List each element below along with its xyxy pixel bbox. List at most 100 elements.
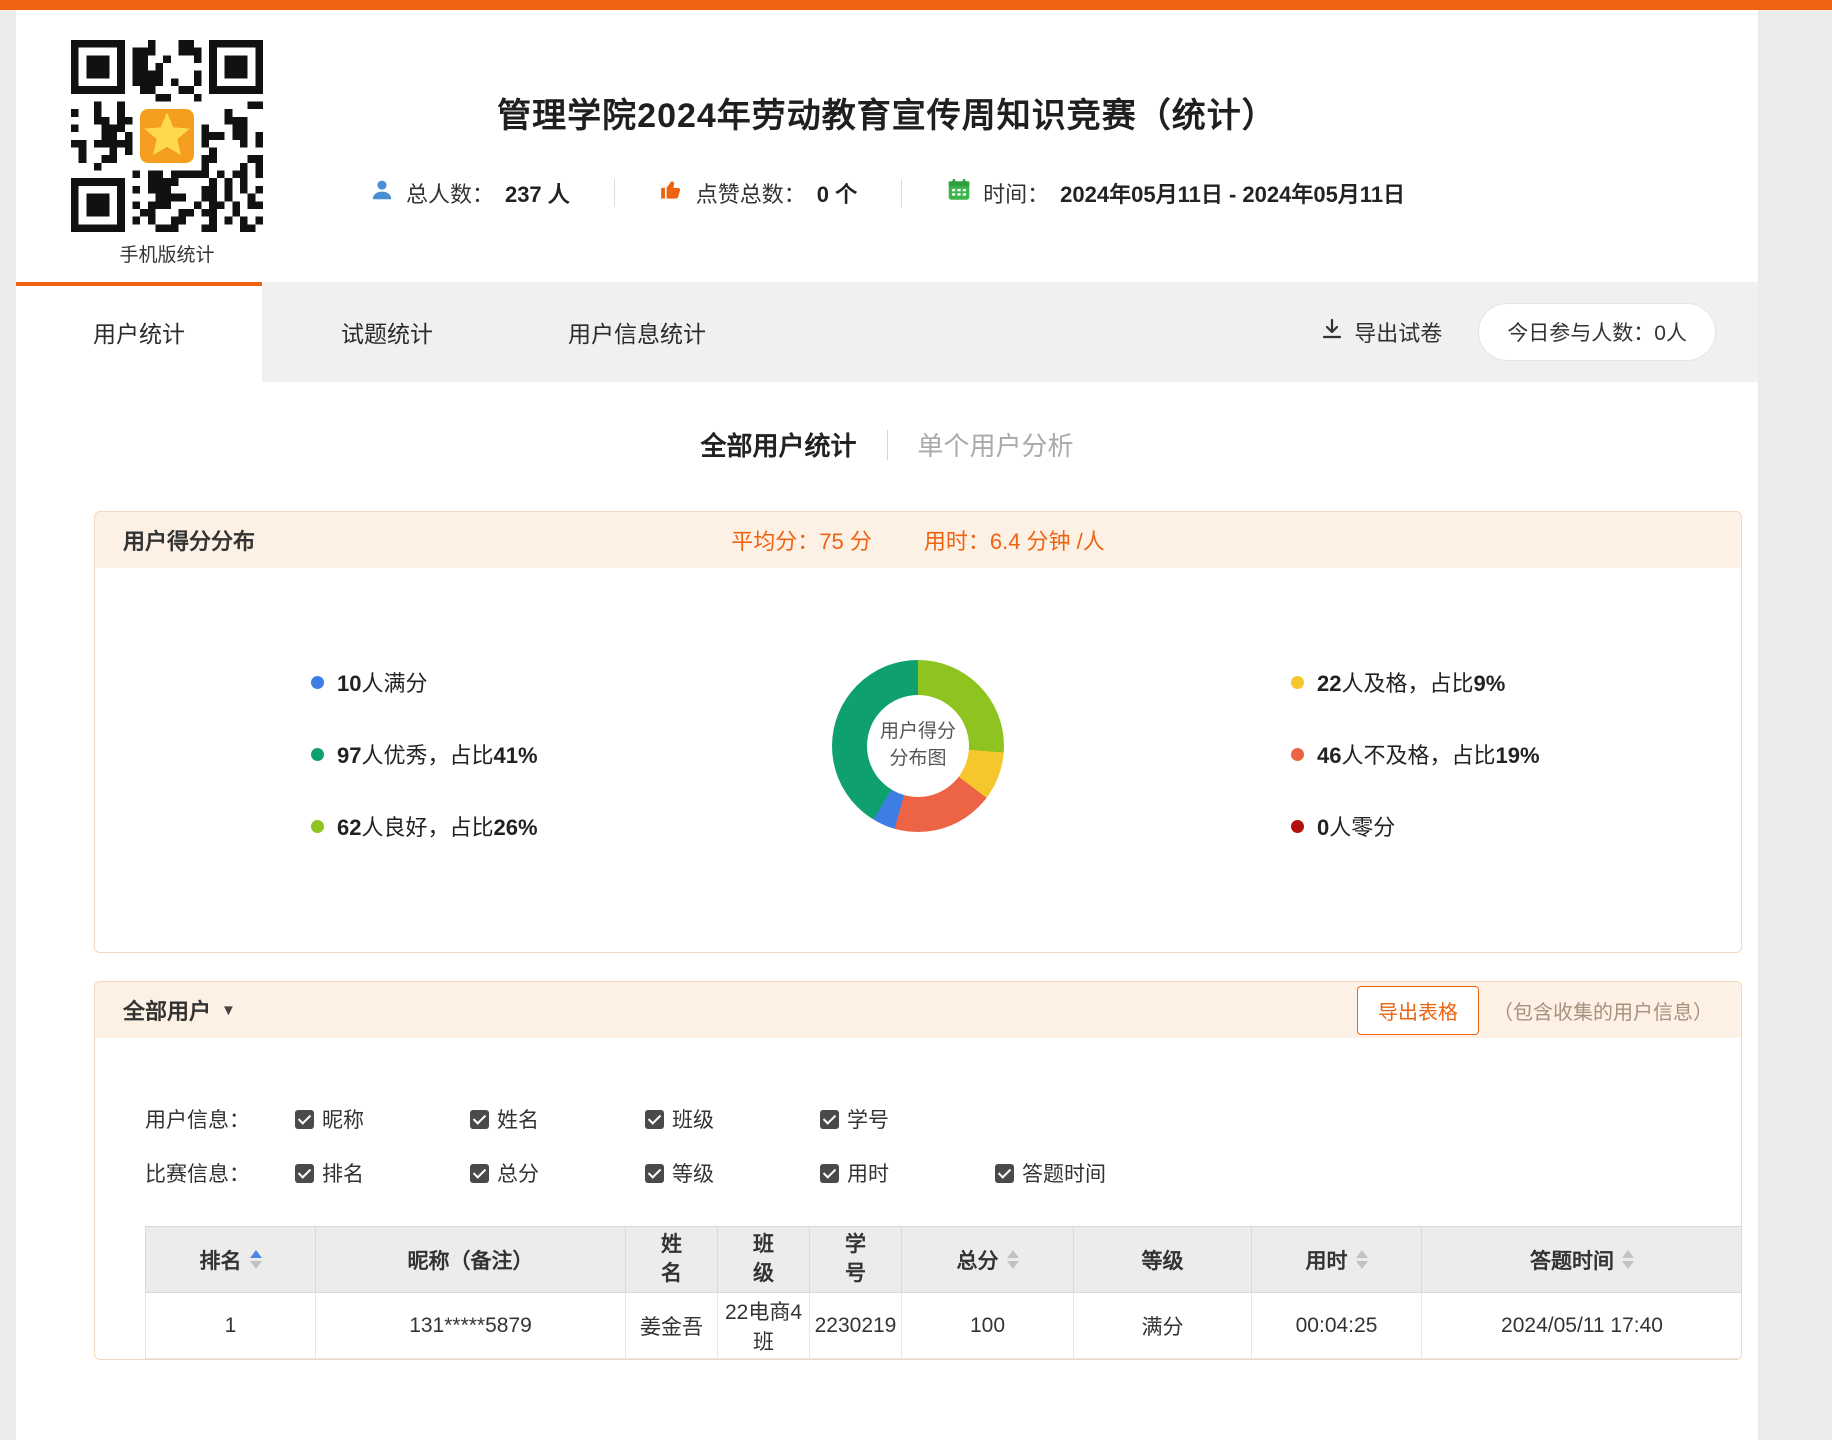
users-table: 排名 昵称（备注） 姓名 班级 <box>145 1226 1742 1359</box>
export-paper-label: 导出试卷 <box>1354 316 1442 348</box>
all-users-card: 全部用户 ▼ 导出表格 （包含收集的用户信息） 用户信息： 昵称 <box>94 981 1742 1360</box>
filter-time-used[interactable]: 用时 <box>820 1158 995 1188</box>
stat-likes: 点赞总数： 0 个 <box>615 177 901 209</box>
tab-user-stats[interactable]: 用户统计 <box>16 282 262 382</box>
export-table-note: （包含收集的用户信息） <box>1493 996 1713 1025</box>
filter-class[interactable]: 班级 <box>645 1104 820 1134</box>
score-donut: 用户得分 分布图 <box>832 660 1004 832</box>
col-name: 姓名 <box>626 1227 718 1293</box>
export-paper-button[interactable]: 导出试卷 <box>1320 316 1442 348</box>
download-icon <box>1320 317 1344 347</box>
main-tabbar: 用户统计 试题统计 用户信息统计 导出试卷 今日参与人数：0人 <box>16 282 1758 382</box>
legend-dot <box>311 748 324 761</box>
chevron-down-icon: ▼ <box>221 1002 236 1019</box>
qr-block: 手机版统计 <box>71 40 263 267</box>
match-info-filter-row: 比赛信息： 排名 总分 等级 用时 <box>145 1158 1741 1188</box>
stat-time-range: 时间： 2024年05月11日 - 2024年05月11日 <box>902 177 1449 209</box>
filter-total-score[interactable]: 总分 <box>470 1158 645 1188</box>
table-header-row: 排名 昵称（备注） 姓名 班级 <box>146 1227 1743 1293</box>
legend-dot <box>1291 748 1304 761</box>
thumbup-icon <box>659 177 685 209</box>
filter-name[interactable]: 姓名 <box>470 1104 645 1134</box>
person-icon <box>369 177 395 209</box>
legend-item-zero: 0人零分 <box>1291 810 1540 842</box>
stat-label: 时间： <box>983 177 1049 209</box>
legend-dot <box>1291 676 1304 689</box>
legend-dot <box>1291 820 1304 833</box>
sort-icon[interactable] <box>1356 1250 1368 1269</box>
filter-grade[interactable]: 等级 <box>645 1158 820 1188</box>
average-time: 用时：6.4 分钟 /人 <box>924 524 1105 556</box>
filter-rank[interactable]: 排名 <box>295 1158 470 1188</box>
sub-tabbar: 全部用户统计 单个用户分析 <box>16 426 1758 463</box>
checkbox-checked[interactable] <box>820 1110 839 1129</box>
checkbox-checked[interactable] <box>645 1164 664 1183</box>
score-card-header: 用户得分分布 平均分：75 分 用时：6.4 分钟 /人 <box>95 512 1741 568</box>
cell-class: 22电商4班 <box>718 1293 810 1359</box>
filter-answer-time[interactable]: 答题时间 <box>995 1158 1170 1188</box>
top-accent-bar <box>0 0 1832 10</box>
stat-value: 2024年05月11日 - 2024年05月11日 <box>1060 177 1405 209</box>
legend-left: 10人满分 97人优秀，占比41% 62人良好，占比26% <box>311 666 538 842</box>
qr-caption: 手机版统计 <box>71 240 263 267</box>
legend-item-full-score: 10人满分 <box>311 666 538 698</box>
sort-icon[interactable] <box>1622 1250 1634 1269</box>
subtab-single-user[interactable]: 单个用户分析 <box>888 426 1104 463</box>
cell-answer-time: 2024/05/11 17:40 <box>1422 1293 1743 1359</box>
legend-item-fail: 46人不及格，占比19% <box>1291 738 1540 770</box>
checkbox-checked[interactable] <box>295 1164 314 1183</box>
subtab-all-users[interactable]: 全部用户统计 <box>670 426 886 463</box>
legend-item-excellent: 97人优秀，占比41% <box>311 738 538 770</box>
col-student-id: 学号 <box>810 1227 902 1293</box>
user-info-filter-label: 用户信息： <box>145 1104 295 1134</box>
cell-total-score: 100 <box>902 1293 1074 1359</box>
col-class: 班级 <box>718 1227 810 1293</box>
export-table-button[interactable]: 导出表格 <box>1357 986 1479 1035</box>
legend-item-good: 62人良好，占比26% <box>311 810 538 842</box>
match-info-filter-label: 比赛信息： <box>145 1158 295 1188</box>
stat-label: 点赞总数： <box>696 177 806 209</box>
checkbox-checked[interactable] <box>820 1164 839 1183</box>
filter-nickname[interactable]: 昵称 <box>295 1104 470 1134</box>
col-time-used[interactable]: 用时 <box>1252 1227 1422 1293</box>
average-score: 平均分：75 分 <box>731 524 872 556</box>
checkbox-checked[interactable] <box>295 1110 314 1129</box>
sort-icon[interactable] <box>1007 1250 1019 1269</box>
legend-right: 22人及格，占比9% 46人不及格，占比19% 0人零分 <box>1291 666 1540 842</box>
qr-code-image <box>71 40 263 232</box>
cell-nickname: 131*****5879 <box>316 1293 626 1359</box>
filter-student-id[interactable]: 学号 <box>820 1104 995 1134</box>
score-card-body: 10人满分 97人优秀，占比41% 62人良好，占比26% 用户得分 分布图 <box>95 568 1741 952</box>
score-card-title: 用户得分分布 <box>123 524 255 556</box>
users-card-title[interactable]: 全部用户 ▼ <box>123 994 236 1026</box>
sort-icon[interactable] <box>250 1250 262 1269</box>
users-header-right: 导出表格 （包含收集的用户信息） <box>1357 986 1713 1035</box>
legend-dot <box>311 820 324 833</box>
stat-value: 0 个 <box>817 177 857 209</box>
col-rank[interactable]: 排名 <box>146 1227 316 1293</box>
checkbox-checked[interactable] <box>995 1164 1014 1183</box>
cell-student-id: 2230219 <box>810 1293 902 1359</box>
today-participants-badge: 今日参与人数：0人 <box>1478 303 1716 361</box>
col-total-score[interactable]: 总分 <box>902 1227 1074 1293</box>
stat-value: 237 人 <box>505 177 570 209</box>
checkbox-checked[interactable] <box>470 1110 489 1129</box>
checkbox-checked[interactable] <box>470 1164 489 1183</box>
tab-userinfo-stats[interactable]: 用户信息统计 <box>512 282 762 382</box>
score-donut-label: 用户得分 分布图 <box>867 695 969 797</box>
col-grade: 等级 <box>1074 1227 1252 1293</box>
users-card-body: 用户信息： 昵称 姓名 班级 学号 <box>95 1038 1741 1359</box>
cell-time-used: 00:04:25 <box>1252 1293 1422 1359</box>
col-answer-time[interactable]: 答题时间 <box>1422 1227 1743 1293</box>
user-info-filter-row: 用户信息： 昵称 姓名 班级 学号 <box>145 1104 1741 1134</box>
tab-question-stats[interactable]: 试题统计 <box>262 282 512 382</box>
cell-rank: 1 <box>146 1293 316 1359</box>
header-stats: 总人数： 237 人 点赞总数： 0 个 时间： 2024年05月11日 - 2… <box>16 177 1758 209</box>
checkbox-checked[interactable] <box>645 1110 664 1129</box>
cell-grade: 满分 <box>1074 1293 1252 1359</box>
app-container: 手机版统计 管理学院2024年劳动教育宣传周知识竞赛（统计） 总人数： 237 … <box>16 10 1758 1440</box>
col-nickname: 昵称（备注） <box>316 1227 626 1293</box>
page-title: 管理学院2024年劳动教育宣传周知识竞赛（统计） <box>16 10 1758 137</box>
tabbar-right: 导出试卷 今日参与人数：0人 <box>1320 282 1758 382</box>
main-content: 全部用户统计 单个用户分析 用户得分分布 平均分：75 分 用时：6.4 分钟 … <box>16 382 1758 1440</box>
